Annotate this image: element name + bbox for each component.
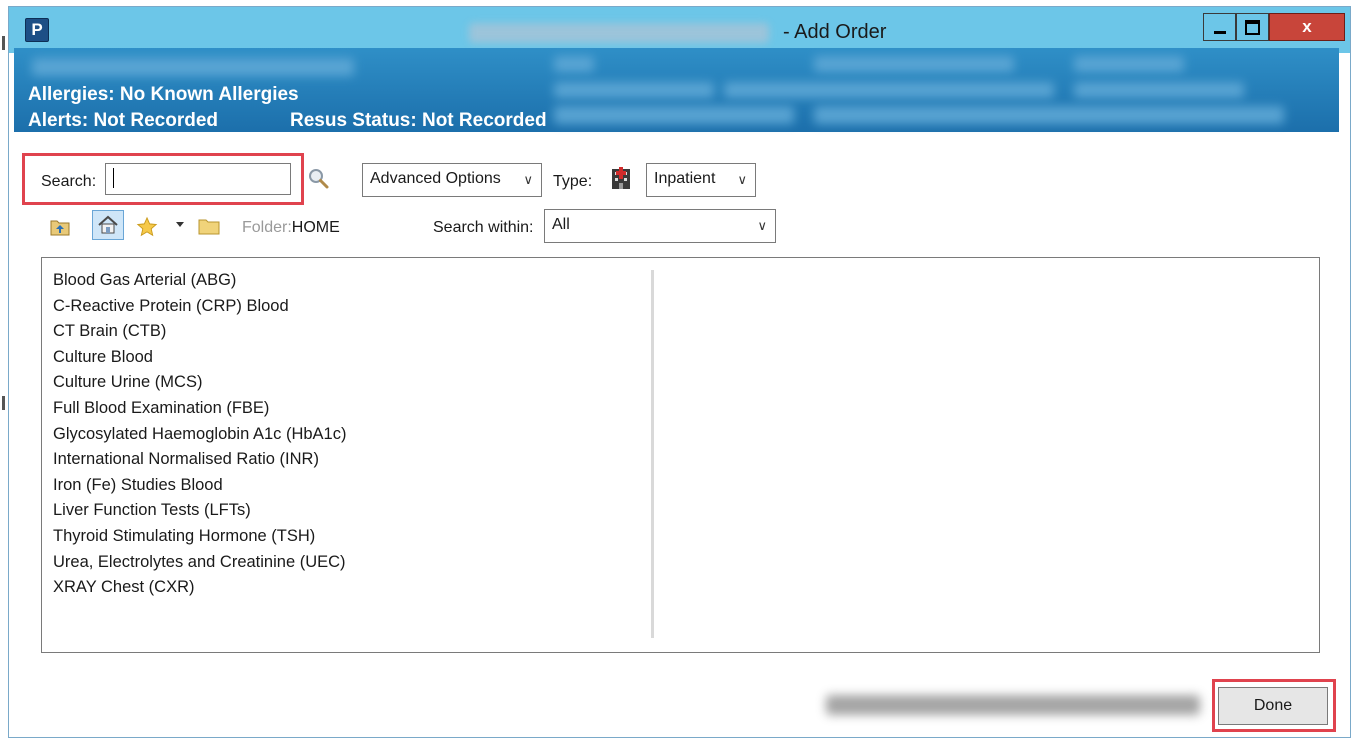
app-icon: P <box>25 18 49 42</box>
redacted-field <box>554 106 794 124</box>
favorites-dropdown-arrow-icon[interactable] <box>176 222 184 228</box>
advanced-options-dropdown[interactable]: Advanced Options ∨ <box>362 163 542 197</box>
list-column-splitter[interactable] <box>651 270 654 638</box>
minimize-icon <box>1213 30 1226 34</box>
list-item[interactable]: XRAY Chest (CXR) <box>53 575 346 601</box>
maximize-button[interactable] <box>1236 13 1269 41</box>
redacted-field <box>724 82 1054 98</box>
type-label: Type: <box>553 173 593 190</box>
list-item[interactable]: Culture Blood <box>53 345 346 371</box>
patient-info-redacted <box>826 695 1200 715</box>
search-icon[interactable] <box>307 167 331 191</box>
advanced-options-label: Advanced Options <box>370 170 501 187</box>
folder-value: HOME <box>291 219 340 236</box>
patient-name-redacted <box>469 23 769 43</box>
window-title: - Add Order <box>783 21 887 43</box>
list-item[interactable]: Iron (Fe) Studies Blood <box>53 473 346 499</box>
orders-list: Blood Gas Arterial (ABG) C-Reactive Prot… <box>53 268 346 601</box>
patient-banner: Allergies: No Known Allergies Alerts: No… <box>14 48 1339 132</box>
search-within-label: Search within: <box>433 219 534 236</box>
home-icon <box>98 215 118 234</box>
folder-label: Folder:HOME <box>242 219 340 237</box>
alerts-status: Alerts: Not Recorded <box>28 110 219 131</box>
list-item[interactable]: CT Brain (CTB) <box>53 319 346 345</box>
chevron-down-icon: ∨ <box>737 172 747 187</box>
chevron-down-icon: ∨ <box>757 218 767 233</box>
resus-status: Resus Status: Not Recorded <box>290 110 547 131</box>
search-within-value: All <box>552 216 570 233</box>
left-edge-mark <box>2 36 5 50</box>
title-bar[interactable]: P - Add Order x <box>9 7 1350 53</box>
list-item[interactable]: Urea, Electrolytes and Creatinine (UEC) <box>53 550 346 576</box>
star-icon[interactable] <box>136 216 158 238</box>
folder-caption: Folder: <box>242 219 292 236</box>
redacted-field <box>554 56 594 72</box>
close-button[interactable]: x <box>1269 13 1345 41</box>
search-label: Search: <box>41 173 97 190</box>
list-item[interactable]: Liver Function Tests (LFTs) <box>53 498 346 524</box>
close-icon: x <box>1302 17 1312 36</box>
list-item[interactable]: C-Reactive Protein (CRP) Blood <box>53 294 346 320</box>
redacted-field <box>1074 56 1184 72</box>
done-button[interactable]: Done <box>1218 687 1328 725</box>
chevron-down-icon: ∨ <box>523 172 533 187</box>
maximize-icon <box>1245 19 1260 35</box>
text-caret <box>113 168 114 188</box>
redacted-field <box>32 58 354 76</box>
list-item[interactable]: Glycosylated Haemoglobin A1c (HbA1c) <box>53 422 346 448</box>
redacted-field <box>554 82 714 98</box>
allergies-status: Allergies: No Known Allergies <box>28 84 299 105</box>
redacted-field <box>814 106 1284 124</box>
list-item[interactable]: International Normalised Ratio (INR) <box>53 447 346 473</box>
redacted-field <box>1074 82 1244 98</box>
list-item[interactable]: Thyroid Stimulating Hormone (TSH) <box>53 524 346 550</box>
folder-icon[interactable] <box>198 217 220 235</box>
minimize-button[interactable] <box>1203 13 1236 41</box>
search-within-dropdown[interactable]: All ∨ <box>544 209 776 243</box>
left-edge-mark <box>2 396 5 410</box>
type-dropdown[interactable]: Inpatient ∨ <box>646 163 756 197</box>
home-button[interactable] <box>92 210 124 240</box>
list-item[interactable]: Full Blood Examination (FBE) <box>53 396 346 422</box>
inpatient-building-icon <box>612 167 630 189</box>
list-item[interactable]: Culture Urine (MCS) <box>53 370 346 396</box>
up-folder-icon[interactable] <box>50 218 70 236</box>
list-item[interactable]: Blood Gas Arterial (ABG) <box>53 268 346 294</box>
redacted-field <box>814 56 1014 72</box>
type-value: Inpatient <box>654 170 716 187</box>
search-input[interactable] <box>105 163 291 195</box>
